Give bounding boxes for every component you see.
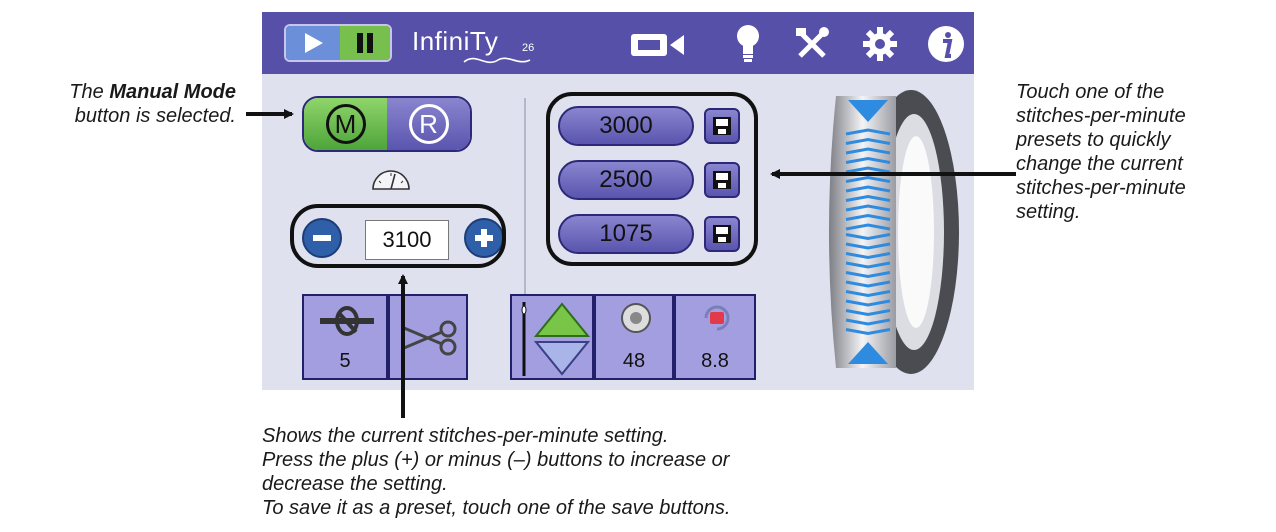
speed-control-outline <box>290 204 506 268</box>
presets-outline <box>546 92 758 266</box>
annotation-overlay <box>246 92 1016 418</box>
